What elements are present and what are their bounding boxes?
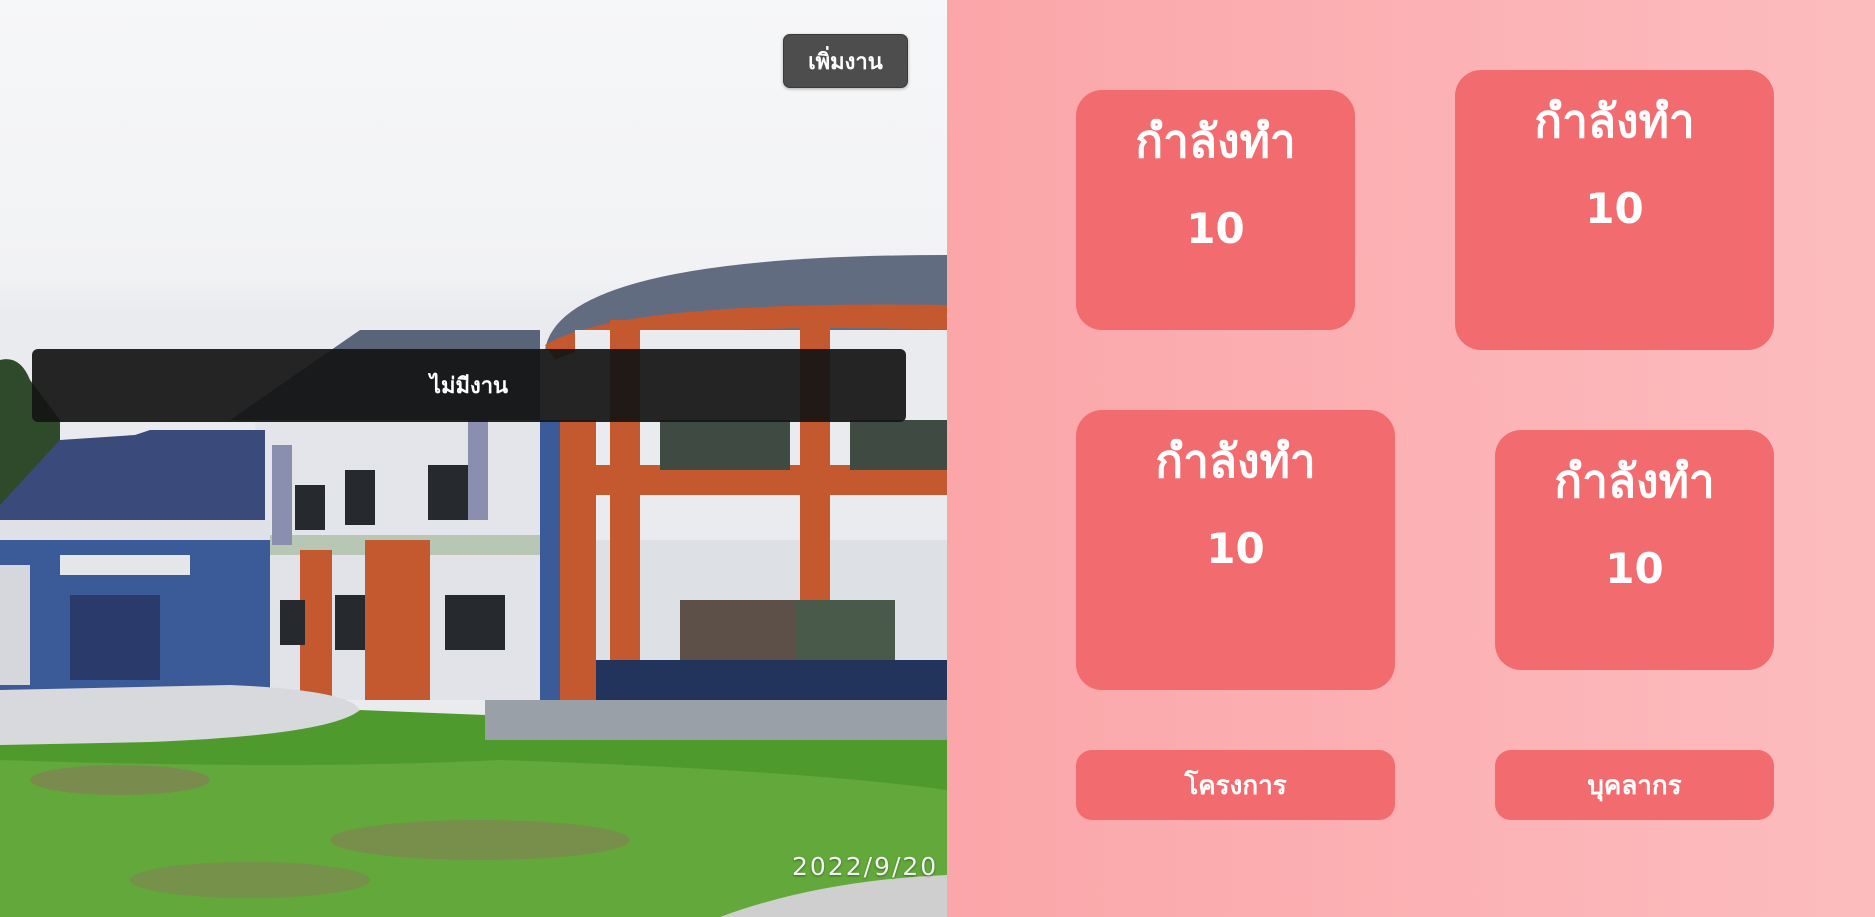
stats-panel: กำลังทำ 10 กำลังทำ 10 กำลังทำ 10 กำลังทำ…	[947, 0, 1875, 917]
projects-button[interactable]: โครงการ	[1076, 750, 1395, 820]
add-task-button[interactable]: เพิ่มงาน	[783, 34, 908, 88]
status-card-1[interactable]: กำลังทำ 10	[1076, 90, 1355, 330]
status-card-value: 10	[1186, 204, 1245, 253]
photo-date-stamp: 2022/9/20	[792, 852, 939, 881]
status-card-label: กำลังทำ	[1554, 454, 1715, 508]
status-card-label: กำลังทำ	[1135, 114, 1296, 168]
personnel-button[interactable]: บุคลากร	[1495, 750, 1774, 820]
background-photo: 2022/9/20	[0, 0, 947, 917]
building-photo-illustration	[0, 255, 947, 917]
status-card-value: 10	[1605, 544, 1664, 593]
status-card-4[interactable]: กำลังทำ 10	[1495, 430, 1774, 670]
status-card-value: 10	[1585, 184, 1644, 233]
status-card-2[interactable]: กำลังทำ 10	[1455, 70, 1774, 350]
empty-task-label: ไม่มีงาน	[429, 374, 509, 399]
status-card-label: กำลังทำ	[1155, 434, 1316, 488]
status-card-3[interactable]: กำลังทำ 10	[1076, 410, 1395, 690]
empty-task-notice: ไม่มีงาน	[32, 349, 906, 422]
status-card-value: 10	[1206, 524, 1265, 573]
status-card-label: กำลังทำ	[1534, 94, 1695, 148]
